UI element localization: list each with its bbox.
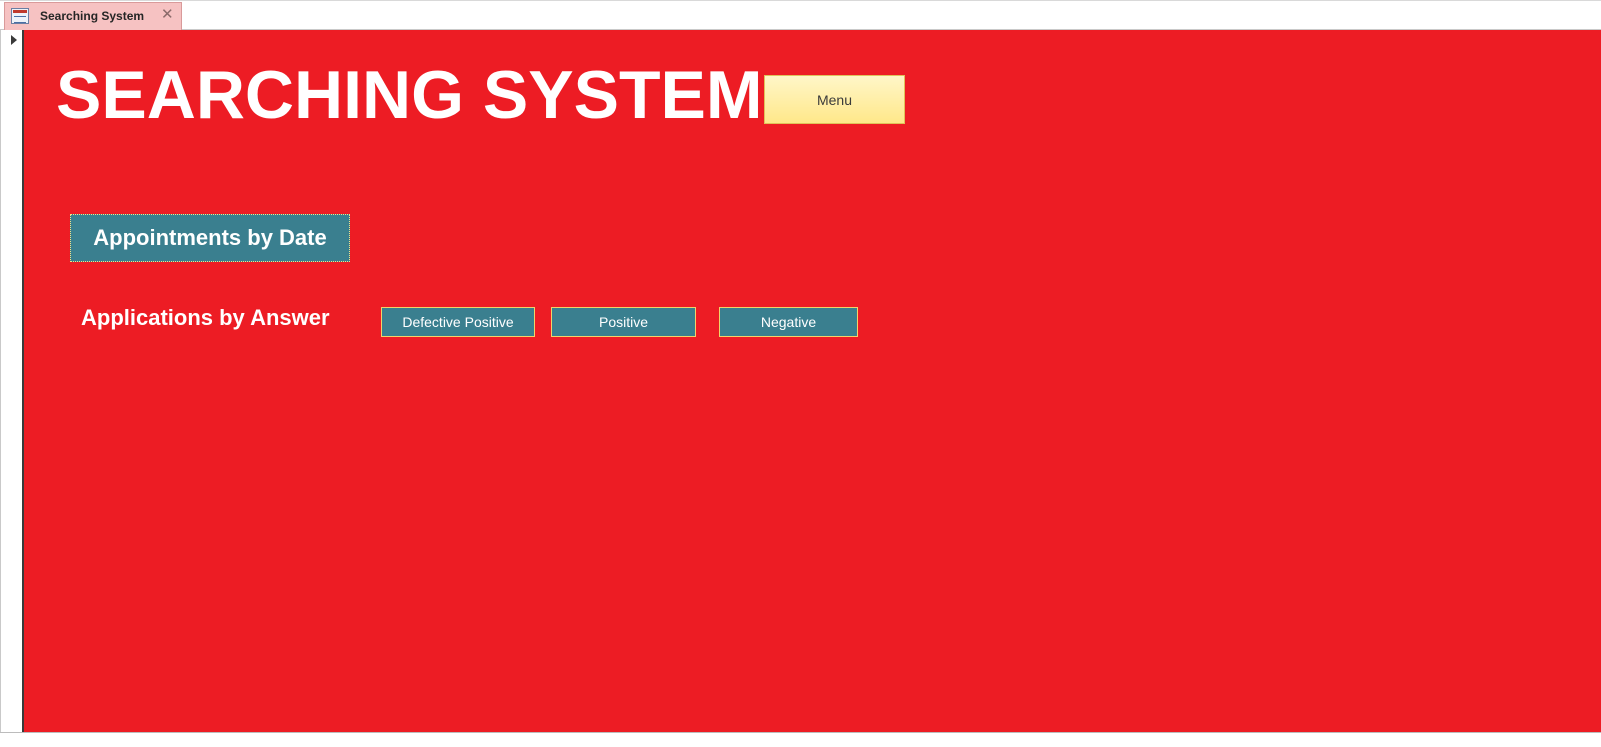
form-body: SEARCHING SYSTEM Menu Appointments by Da…	[24, 30, 1601, 732]
tab-searching-system[interactable]: Searching System ✕	[4, 2, 182, 30]
record-selector[interactable]	[0, 30, 24, 732]
positive-button[interactable]: Positive	[551, 307, 696, 337]
form-icon	[11, 8, 29, 24]
appointments-by-date-button[interactable]: Appointments by Date	[70, 214, 350, 262]
page-title: SEARCHING SYSTEM	[56, 57, 763, 133]
tab-label: Searching System	[40, 9, 145, 23]
status-edge	[0, 732, 1601, 747]
current-record-arrow-icon	[11, 35, 17, 45]
negative-button[interactable]: Negative	[719, 307, 858, 337]
applications-by-answer-label: Applications by Answer	[81, 305, 330, 330]
menu-button[interactable]: Menu	[764, 75, 905, 124]
close-icon[interactable]: ✕	[161, 7, 174, 23]
document-tab-bar: Searching System ✕	[0, 0, 1601, 30]
defective-positive-button[interactable]: Defective Positive	[381, 307, 535, 337]
